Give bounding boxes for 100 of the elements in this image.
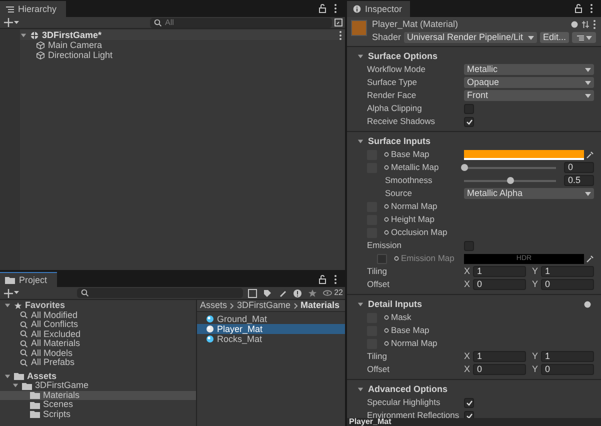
section-header[interactable]: Detail Inputs <box>357 300 422 309</box>
picker-dot-icon[interactable] <box>394 256 399 261</box>
expand-arrow-icon[interactable] <box>357 138 364 145</box>
material-item[interactable]: Rocks_Mat <box>197 334 345 344</box>
number-field[interactable]: 1 <box>541 351 594 362</box>
warning-icon[interactable] <box>293 288 302 298</box>
material-item[interactable]: Ground_Mat <box>197 314 345 324</box>
dropdown[interactable]: Front <box>464 90 594 101</box>
lock-icon[interactable] <box>575 4 582 13</box>
picker-dot-icon[interactable] <box>384 217 389 222</box>
star-icon[interactable] <box>308 288 318 298</box>
search-icon <box>81 289 89 297</box>
eyedropper-icon[interactable] <box>586 254 594 262</box>
checkbox[interactable] <box>464 240 474 250</box>
slider-thumb[interactable] <box>461 164 468 170</box>
dropdown[interactable]: Opaque <box>464 77 594 88</box>
checkbox[interactable] <box>464 410 474 418</box>
lock-icon[interactable] <box>319 275 326 284</box>
more-options-icon[interactable] <box>593 20 596 29</box>
number-field[interactable]: 0 <box>541 279 594 290</box>
list-icon <box>576 34 584 40</box>
edit-button[interactable]: Edit... <box>540 32 569 43</box>
game-object-item[interactable]: Main Camera <box>20 40 345 50</box>
axis-label: X <box>464 352 470 361</box>
scene-search-icon[interactable] <box>334 18 343 27</box>
picker-dot-icon[interactable] <box>384 230 389 235</box>
picker-dot-icon[interactable] <box>384 328 389 333</box>
dropdown[interactable]: Metallic Alpha <box>464 188 594 199</box>
property-label: Alpha Clipping <box>367 104 422 113</box>
lock-icon[interactable] <box>319 4 326 13</box>
picker-dot-icon[interactable] <box>384 341 389 346</box>
expand-arrow-icon[interactable] <box>357 301 364 308</box>
presets-dropdown[interactable] <box>572 32 596 43</box>
number-field[interactable]: 0 <box>473 364 526 375</box>
expand-arrow-icon[interactable] <box>4 302 11 310</box>
number-field[interactable]: 1 <box>473 351 526 362</box>
eye-icon[interactable] <box>323 290 332 296</box>
saved-search-item[interactable]: All Excluded <box>0 330 196 339</box>
section-header[interactable]: Surface Options <box>357 52 438 61</box>
breadcrumb-link[interactable]: Assets <box>200 301 228 310</box>
favorites-label[interactable]: Favorites <box>25 301 66 310</box>
section-header[interactable]: Advanced Options <box>357 385 448 394</box>
dropdown-caret-icon <box>586 36 592 40</box>
expand-arrow-icon[interactable] <box>4 372 11 380</box>
number-field[interactable]: 1 <box>473 266 526 277</box>
saved-search-item[interactable]: All Modified <box>0 310 196 320</box>
more-options-icon[interactable] <box>334 4 337 13</box>
color-swatch[interactable] <box>464 150 584 160</box>
more-options-icon[interactable] <box>334 275 337 284</box>
checkbox[interactable] <box>464 398 474 408</box>
saved-search-item[interactable]: All Materials <box>0 339 196 348</box>
property-label: Smoothness <box>385 176 432 185</box>
checkbox[interactable] <box>464 116 474 126</box>
material-item[interactable]: Player_Mat <box>197 324 345 334</box>
hierarchy-tab[interactable]: Hierarchy <box>0 1 66 17</box>
saved-search-item[interactable]: All Conflicts <box>0 320 196 330</box>
dropdown-caret-icon <box>585 94 591 98</box>
eyedropper-icon[interactable] <box>586 150 594 158</box>
more-options-icon[interactable] <box>590 4 593 13</box>
sliders-icon[interactable] <box>582 21 589 28</box>
folder-item[interactable]: Materials <box>0 390 196 400</box>
inspector-tab[interactable]: Inspector <box>347 1 410 17</box>
section-header[interactable]: Surface Inputs <box>357 137 431 146</box>
folder-icon <box>5 276 15 284</box>
number-field[interactable]: 0 <box>473 279 526 290</box>
slider-thumb[interactable] <box>507 176 514 184</box>
expand-arrow-icon[interactable] <box>357 53 364 60</box>
property-label: Height Map <box>391 215 434 224</box>
number-field[interactable]: 0 <box>564 162 594 173</box>
property-label: Surface Type <box>367 78 417 87</box>
breadcrumb-link[interactable]: Materials <box>300 301 340 310</box>
expand-arrow-icon[interactable] <box>357 386 364 393</box>
expand-arrow-icon[interactable] <box>12 382 19 390</box>
checkbox[interactable] <box>464 104 474 114</box>
search-field[interactable] <box>77 288 244 298</box>
saved-search-item[interactable]: All Prefabs <box>0 358 196 368</box>
picker-dot-icon[interactable] <box>384 204 389 209</box>
shader-dropdown[interactable]: Universal Render Pipeline/Lit <box>404 32 537 43</box>
dropdown[interactable]: Metallic <box>464 64 594 75</box>
saved-search-item[interactable]: All Models <box>0 348 196 358</box>
project-tab[interactable]: Project <box>0 272 57 287</box>
breadcrumb-link[interactable]: 3DFirstGame <box>237 301 291 310</box>
expand-arrow-icon[interactable] <box>20 32 27 38</box>
material-title: Player_Mat (Material) <box>372 20 458 29</box>
picker-dot-icon[interactable] <box>384 152 389 157</box>
number-field[interactable]: 0.5 <box>564 175 594 186</box>
filter-type-icon[interactable] <box>248 288 258 298</box>
folder-item[interactable]: 3DFirstGame <box>0 381 196 390</box>
game-object-item[interactable]: Directional Light <box>20 50 345 60</box>
star-icon <box>14 302 22 310</box>
folder-item[interactable]: Scripts <box>0 410 196 419</box>
picker-dot-icon[interactable] <box>384 165 389 170</box>
picker-dot-icon[interactable] <box>384 315 389 320</box>
folder-item[interactable]: Assets <box>0 372 196 381</box>
search-icon <box>154 18 162 26</box>
folder-item[interactable]: Scenes <box>0 400 196 410</box>
number-field[interactable]: 1 <box>541 266 594 277</box>
cube-icon <box>36 40 45 50</box>
more-options-icon[interactable] <box>339 30 342 40</box>
number-field[interactable]: 0 <box>541 364 594 375</box>
